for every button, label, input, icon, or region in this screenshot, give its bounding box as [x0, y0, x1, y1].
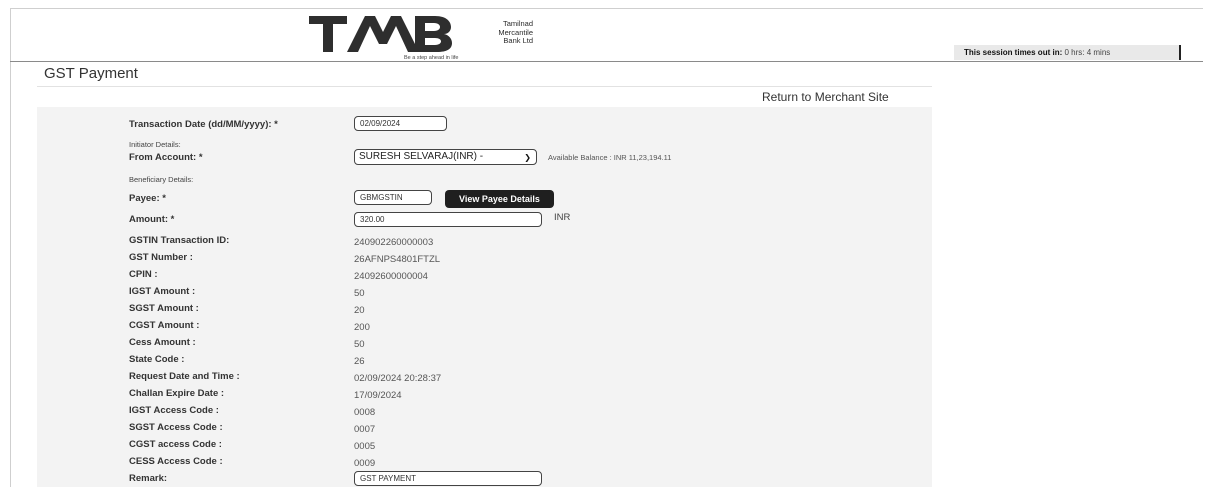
- detail-label: GSTIN Transaction ID:: [129, 235, 230, 246]
- transaction-date-input[interactable]: 02/09/2024: [354, 116, 447, 131]
- available-balance: Available Balance : INR 11,23,194.11: [548, 153, 672, 162]
- detail-value: 20: [354, 305, 365, 316]
- title-divider: [37, 86, 932, 87]
- view-payee-details-button[interactable]: View Payee Details: [445, 190, 554, 208]
- detail-value: 0005: [354, 441, 376, 452]
- bank-tagline: Be a step ahead in life: [404, 55, 459, 61]
- detail-label: Challan Expire Date :: [129, 388, 225, 399]
- detail-label: CPIN :: [129, 269, 158, 280]
- page-header: Tamilnad Mercantile Bank Ltd Be a step a…: [10, 8, 1203, 62]
- amount-label: Amount: *: [129, 214, 175, 225]
- beneficiary-details-heading: Beneficiary Details:: [129, 175, 194, 184]
- chevron-down-icon: ❯: [524, 153, 531, 162]
- detail-value: 50: [354, 339, 365, 350]
- amount-currency: INR: [554, 212, 571, 223]
- from-account-label: From Account: *: [129, 152, 203, 163]
- detail-label: CESS Access Code :: [129, 456, 223, 467]
- remark-input[interactable]: GST PAYMENT: [354, 471, 542, 486]
- detail-label: SGST Access Code :: [129, 422, 223, 433]
- detail-label: IGST Access Code :: [129, 405, 219, 416]
- session-timeout-label: This session times out in:: [964, 48, 1063, 57]
- detail-value: 0008: [354, 407, 376, 418]
- bank-logo: Tamilnad Mercantile Bank Ltd Be a step a…: [307, 12, 537, 61]
- detail-label: Request Date and Time :: [129, 371, 240, 382]
- remark-label: Remark:: [129, 473, 168, 484]
- return-to-merchant-link[interactable]: Return to Merchant Site: [762, 90, 889, 104]
- transaction-date-label: Transaction Date (dd/MM/yyyy): *: [129, 119, 278, 130]
- bank-name: Tamilnad Mercantile Bank Ltd: [453, 19, 533, 46]
- detail-value: 24092600000004: [354, 271, 428, 282]
- detail-label: IGST Amount :: [129, 286, 196, 297]
- detail-label: SGST Amount :: [129, 303, 199, 314]
- session-timeout-value: 0 hrs: 4 mins: [1064, 48, 1111, 57]
- detail-value: 0007: [354, 424, 376, 435]
- detail-value: 50: [354, 288, 365, 299]
- detail-value: 0009: [354, 458, 376, 469]
- detail-label: CGST access Code :: [129, 439, 222, 450]
- page-title: GST Payment: [44, 65, 138, 82]
- detail-label: GST Number :: [129, 252, 193, 263]
- detail-label: State Code :: [129, 354, 185, 365]
- session-timeout: This session times out in: 0 hrs: 4 mins: [954, 45, 1181, 60]
- payee-label: Payee: *: [129, 193, 166, 204]
- from-account-select[interactable]: SURESH SELVARAJ(INR) - ❯: [354, 149, 537, 165]
- tmb-logo-mark: [309, 16, 452, 52]
- detail-label: Cess Amount :: [129, 337, 196, 348]
- detail-value: 240902260000003: [354, 237, 434, 248]
- detail-value: 200: [354, 322, 370, 333]
- initiator-details-heading: Initiator Details:: [129, 140, 181, 149]
- detail-value: 17/09/2024: [354, 390, 402, 401]
- from-account-selected: SURESH SELVARAJ(INR) -: [359, 151, 484, 162]
- bank-name-line-3: Bank Ltd: [503, 36, 533, 45]
- detail-value: 26: [354, 356, 365, 367]
- detail-label: CGST Amount :: [129, 320, 200, 331]
- amount-input[interactable]: 320.00: [354, 212, 542, 227]
- payee-input[interactable]: GBMGSTIN: [354, 190, 432, 205]
- detail-value: 26AFNPS4801FTZL: [354, 254, 441, 265]
- detail-value: 02/09/2024 20:28:37: [354, 373, 442, 384]
